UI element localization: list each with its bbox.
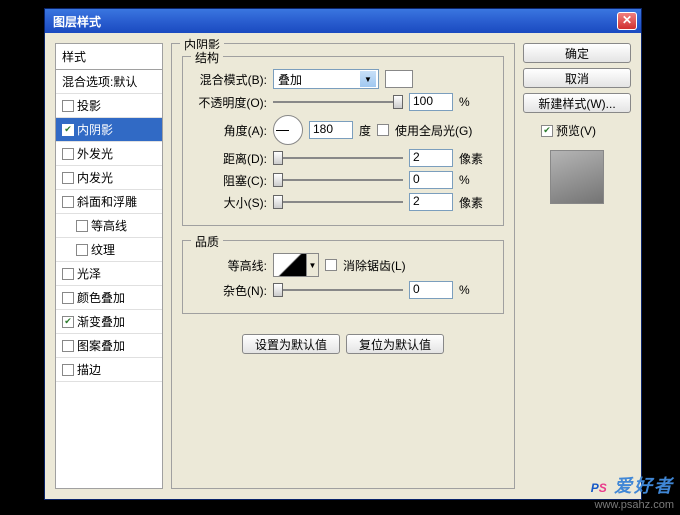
action-panel: 确定 取消 新建样式(W)... ✔ 预览(V) — [523, 43, 631, 489]
settings-panel: 内阴影 结构 混合模式(B): 叠加▼ 不透明度(O): 100 — [171, 43, 515, 489]
contour-label: 等高线: — [193, 257, 267, 274]
checkbox-icon[interactable] — [62, 340, 74, 352]
structure-group: 结构 混合模式(B): 叠加▼ 不透明度(O): 100 % — [182, 56, 504, 226]
noise-label: 杂色(N): — [193, 282, 267, 299]
chevron-down-icon: ▼ — [360, 71, 376, 87]
styles-list: 样式 混合选项:默认 投影 ✔内阴影 外发光 内发光 斜面和浮雕 等高线 纹理 … — [55, 43, 163, 489]
style-item-stroke[interactable]: 描边 — [56, 358, 162, 382]
angle-input[interactable]: 180 — [309, 121, 353, 139]
anti-alias-checkbox[interactable] — [325, 259, 337, 271]
set-default-button[interactable]: 设置为默认值 — [242, 334, 340, 354]
checkbox-icon[interactable]: ✔ — [62, 316, 74, 328]
color-swatch[interactable] — [385, 70, 413, 88]
angle-dial[interactable] — [273, 115, 303, 145]
checkbox-icon[interactable] — [62, 364, 74, 376]
titlebar[interactable]: 图层样式 ✕ — [45, 9, 641, 33]
choke-unit: % — [459, 173, 487, 187]
size-unit: 像素 — [459, 194, 487, 211]
style-item-inner-glow[interactable]: 内发光 — [56, 166, 162, 190]
preview-label: 预览(V) — [556, 122, 596, 139]
style-item-drop-shadow[interactable]: 投影 — [56, 94, 162, 118]
checkbox-icon[interactable] — [76, 220, 88, 232]
distance-slider[interactable] — [273, 149, 403, 167]
style-item-bevel-emboss[interactable]: 斜面和浮雕 — [56, 190, 162, 214]
checkbox-icon[interactable] — [62, 196, 74, 208]
quality-group: 品质 等高线: ▼ 消除锯齿(L) 杂色(N): 0 % — [182, 240, 504, 314]
style-item-color-overlay[interactable]: 颜色叠加 — [56, 286, 162, 310]
checkbox-icon[interactable] — [62, 148, 74, 160]
blend-mode-select[interactable]: 叠加▼ — [273, 69, 379, 89]
checkbox-icon[interactable] — [76, 244, 88, 256]
style-item-gradient-overlay[interactable]: ✔渐变叠加 — [56, 310, 162, 334]
checkbox-icon[interactable] — [62, 100, 74, 112]
style-item-pattern-overlay[interactable]: 图案叠加 — [56, 334, 162, 358]
angle-label: 角度(A): — [193, 122, 267, 139]
noise-input[interactable]: 0 — [409, 281, 453, 299]
preview-checkbox[interactable]: ✔ — [541, 125, 553, 137]
dialog-title: 图层样式 — [49, 13, 101, 30]
ok-button[interactable]: 确定 — [523, 43, 631, 63]
blend-options-item[interactable]: 混合选项:默认 — [56, 70, 162, 94]
checkbox-icon[interactable] — [62, 292, 74, 304]
distance-input[interactable]: 2 — [409, 149, 453, 167]
watermark: PS 爱好者 www.psahz.com — [591, 468, 674, 511]
new-style-button[interactable]: 新建样式(W)... — [523, 93, 631, 113]
opacity-unit: % — [459, 95, 487, 109]
size-label: 大小(S): — [193, 194, 267, 211]
angle-unit: 度 — [359, 122, 371, 139]
choke-input[interactable]: 0 — [409, 171, 453, 189]
distance-label: 距离(D): — [193, 150, 267, 167]
noise-unit: % — [459, 283, 487, 297]
style-item-outer-glow[interactable]: 外发光 — [56, 142, 162, 166]
noise-slider[interactable] — [273, 281, 403, 299]
inner-shadow-group: 内阴影 结构 混合模式(B): 叠加▼ 不透明度(O): 100 — [171, 43, 515, 489]
structure-title: 结构 — [191, 49, 223, 66]
style-item-satin[interactable]: 光泽 — [56, 262, 162, 286]
opacity-slider[interactable] — [273, 93, 403, 111]
blend-mode-label: 混合模式(B): — [193, 71, 267, 88]
style-item-texture[interactable]: 纹理 — [56, 238, 162, 262]
checkbox-icon[interactable] — [62, 268, 74, 280]
cancel-button[interactable]: 取消 — [523, 68, 631, 88]
contour-preview[interactable] — [273, 253, 307, 277]
size-slider[interactable] — [273, 193, 403, 211]
checkbox-icon[interactable] — [62, 172, 74, 184]
contour-dropdown[interactable]: ▼ — [307, 253, 319, 277]
reset-default-button[interactable]: 复位为默认值 — [346, 334, 444, 354]
anti-alias-label: 消除锯齿(L) — [343, 257, 406, 274]
choke-label: 阻塞(C): — [193, 172, 267, 189]
global-light-checkbox[interactable] — [377, 124, 389, 136]
layer-style-dialog: 图层样式 ✕ 样式 混合选项:默认 投影 ✔内阴影 外发光 内发光 斜面和浮雕 … — [44, 8, 642, 500]
quality-title: 品质 — [191, 233, 223, 250]
close-button[interactable]: ✕ — [617, 12, 637, 30]
style-item-inner-shadow[interactable]: ✔内阴影 — [56, 118, 162, 142]
global-light-label: 使用全局光(G) — [395, 122, 472, 139]
opacity-input[interactable]: 100 — [409, 93, 453, 111]
choke-slider[interactable] — [273, 171, 403, 189]
styles-header: 样式 — [56, 44, 162, 70]
preview-swatch — [550, 150, 604, 204]
opacity-label: 不透明度(O): — [193, 94, 267, 111]
dialog-content: 样式 混合选项:默认 投影 ✔内阴影 外发光 内发光 斜面和浮雕 等高线 纹理 … — [45, 33, 641, 499]
size-input[interactable]: 2 — [409, 193, 453, 211]
checkbox-icon[interactable]: ✔ — [62, 124, 74, 136]
style-item-contour[interactable]: 等高线 — [56, 214, 162, 238]
distance-unit: 像素 — [459, 150, 487, 167]
